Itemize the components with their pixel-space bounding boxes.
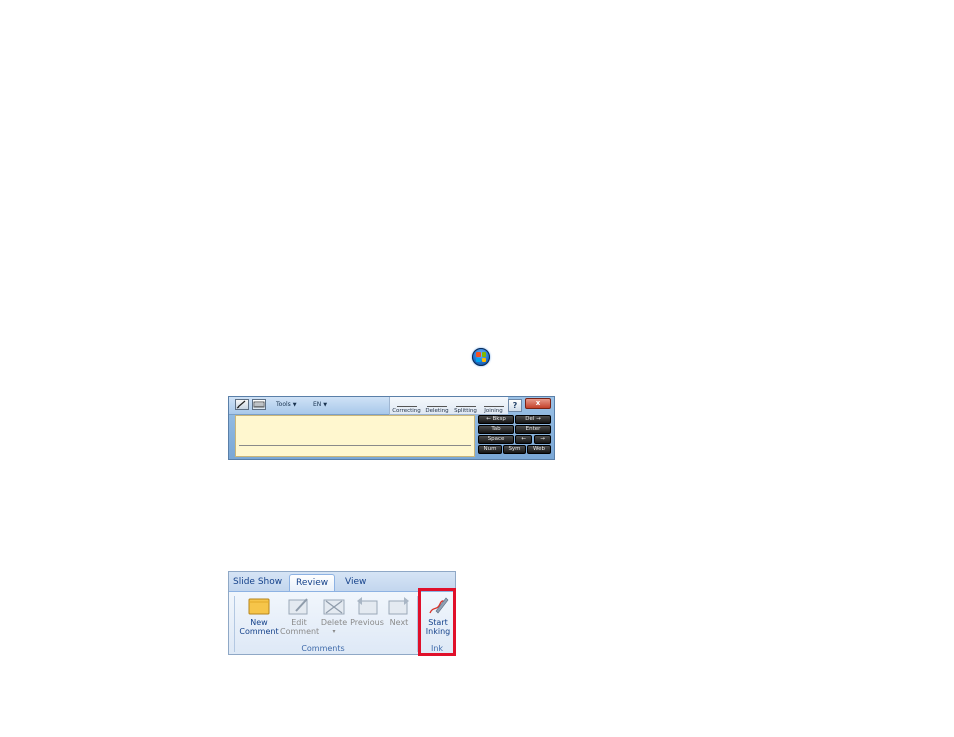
- tab-review[interactable]: Review: [289, 574, 336, 591]
- tab-view[interactable]: View: [339, 574, 372, 591]
- start-inking-highlight-box: [418, 588, 456, 656]
- chevron-down-icon: ▼: [292, 402, 297, 408]
- delete-label: Delete: [320, 618, 348, 627]
- keyboard-button[interactable]: [252, 399, 266, 410]
- gesture-deleting[interactable]: Deleting: [423, 397, 451, 414]
- new-comment-label-line1: New: [250, 618, 268, 627]
- backspace-key[interactable]: ← Bksp: [478, 415, 514, 424]
- next-label: Next: [389, 618, 409, 627]
- gesture-splitting[interactable]: Splitting: [452, 397, 479, 414]
- delete-dropdown-caret: ▾: [332, 628, 336, 635]
- writing-pad-button[interactable]: [235, 399, 249, 410]
- num-key[interactable]: Num: [478, 445, 502, 454]
- language-menu-label: EN: [313, 401, 322, 408]
- deleting-gesture-icon: [427, 399, 447, 407]
- help-icon: ?: [512, 401, 518, 410]
- windows-start-orb-icon[interactable]: [472, 348, 490, 366]
- close-icon: x: [535, 399, 541, 407]
- delete-key[interactable]: Del →: [515, 415, 551, 424]
- help-button[interactable]: ?: [508, 399, 522, 412]
- tab-key[interactable]: Tab: [478, 425, 514, 434]
- gesture-joining[interactable]: Joining: [480, 397, 507, 414]
- tab-slide-show[interactable]: Slide Show: [229, 574, 288, 591]
- next-comment-button[interactable]: Next: [386, 596, 412, 627]
- keyboard-icon: [253, 401, 265, 408]
- web-key[interactable]: Web: [527, 445, 551, 454]
- input-panel-keys: ← Bksp Del → Tab Enter Space ← → Num Sym…: [478, 415, 552, 457]
- splitting-gesture-icon: [455, 399, 476, 407]
- pen-icon: [236, 400, 246, 409]
- left-arrow-key[interactable]: ←: [515, 435, 532, 444]
- writing-area[interactable]: [235, 415, 475, 457]
- tools-menu-label: Tools: [276, 401, 291, 408]
- new-comment-icon: [248, 596, 270, 616]
- previous-label: Previous: [350, 618, 384, 627]
- edit-comment-label-line2: Comment: [280, 627, 320, 636]
- previous-comment-button[interactable]: Previous: [350, 596, 384, 627]
- enter-key[interactable]: Enter: [515, 425, 551, 434]
- gesture-label: Joining: [484, 408, 503, 414]
- edit-comment-button[interactable]: Edit Comment: [280, 596, 320, 636]
- previous-comment-icon: [356, 596, 378, 616]
- gesture-label: Deleting: [425, 408, 449, 414]
- gesture-label: Correcting: [392, 408, 421, 414]
- comments-group-label: Comments: [301, 644, 345, 653]
- input-panel-toolbar: Tools ▼ EN ▼: [229, 397, 389, 415]
- joining-gesture-icon: [483, 399, 504, 407]
- new-comment-label-line2: Comment: [239, 627, 279, 636]
- gesture-help-bar: Correcting Deleting Splitting Joining: [389, 397, 508, 415]
- tools-menu[interactable]: Tools ▼: [276, 400, 297, 410]
- right-arrow-key[interactable]: →: [534, 435, 551, 444]
- sym-key[interactable]: Sym: [503, 445, 526, 454]
- close-button[interactable]: x: [525, 398, 551, 409]
- gesture-label: Splitting: [454, 408, 477, 414]
- edit-comment-icon: [288, 596, 310, 616]
- next-comment-icon: [388, 596, 410, 616]
- edit-comment-label-line1: Edit: [291, 618, 307, 627]
- correcting-gesture-icon: [396, 399, 417, 407]
- chevron-down-icon: ▼: [323, 402, 328, 408]
- delete-comment-button[interactable]: Delete ▾: [319, 596, 349, 636]
- writing-baseline: [239, 445, 471, 446]
- language-menu[interactable]: EN ▼: [313, 400, 327, 410]
- delete-comment-icon: [323, 596, 345, 616]
- windows-flag-icon: [476, 352, 486, 362]
- tablet-input-panel: Tools ▼ EN ▼ Correcting Deleting Splitting…: [228, 396, 555, 460]
- gesture-correcting[interactable]: Correcting: [391, 397, 422, 414]
- space-key[interactable]: Space: [478, 435, 514, 444]
- new-comment-button[interactable]: New Comment: [239, 596, 279, 636]
